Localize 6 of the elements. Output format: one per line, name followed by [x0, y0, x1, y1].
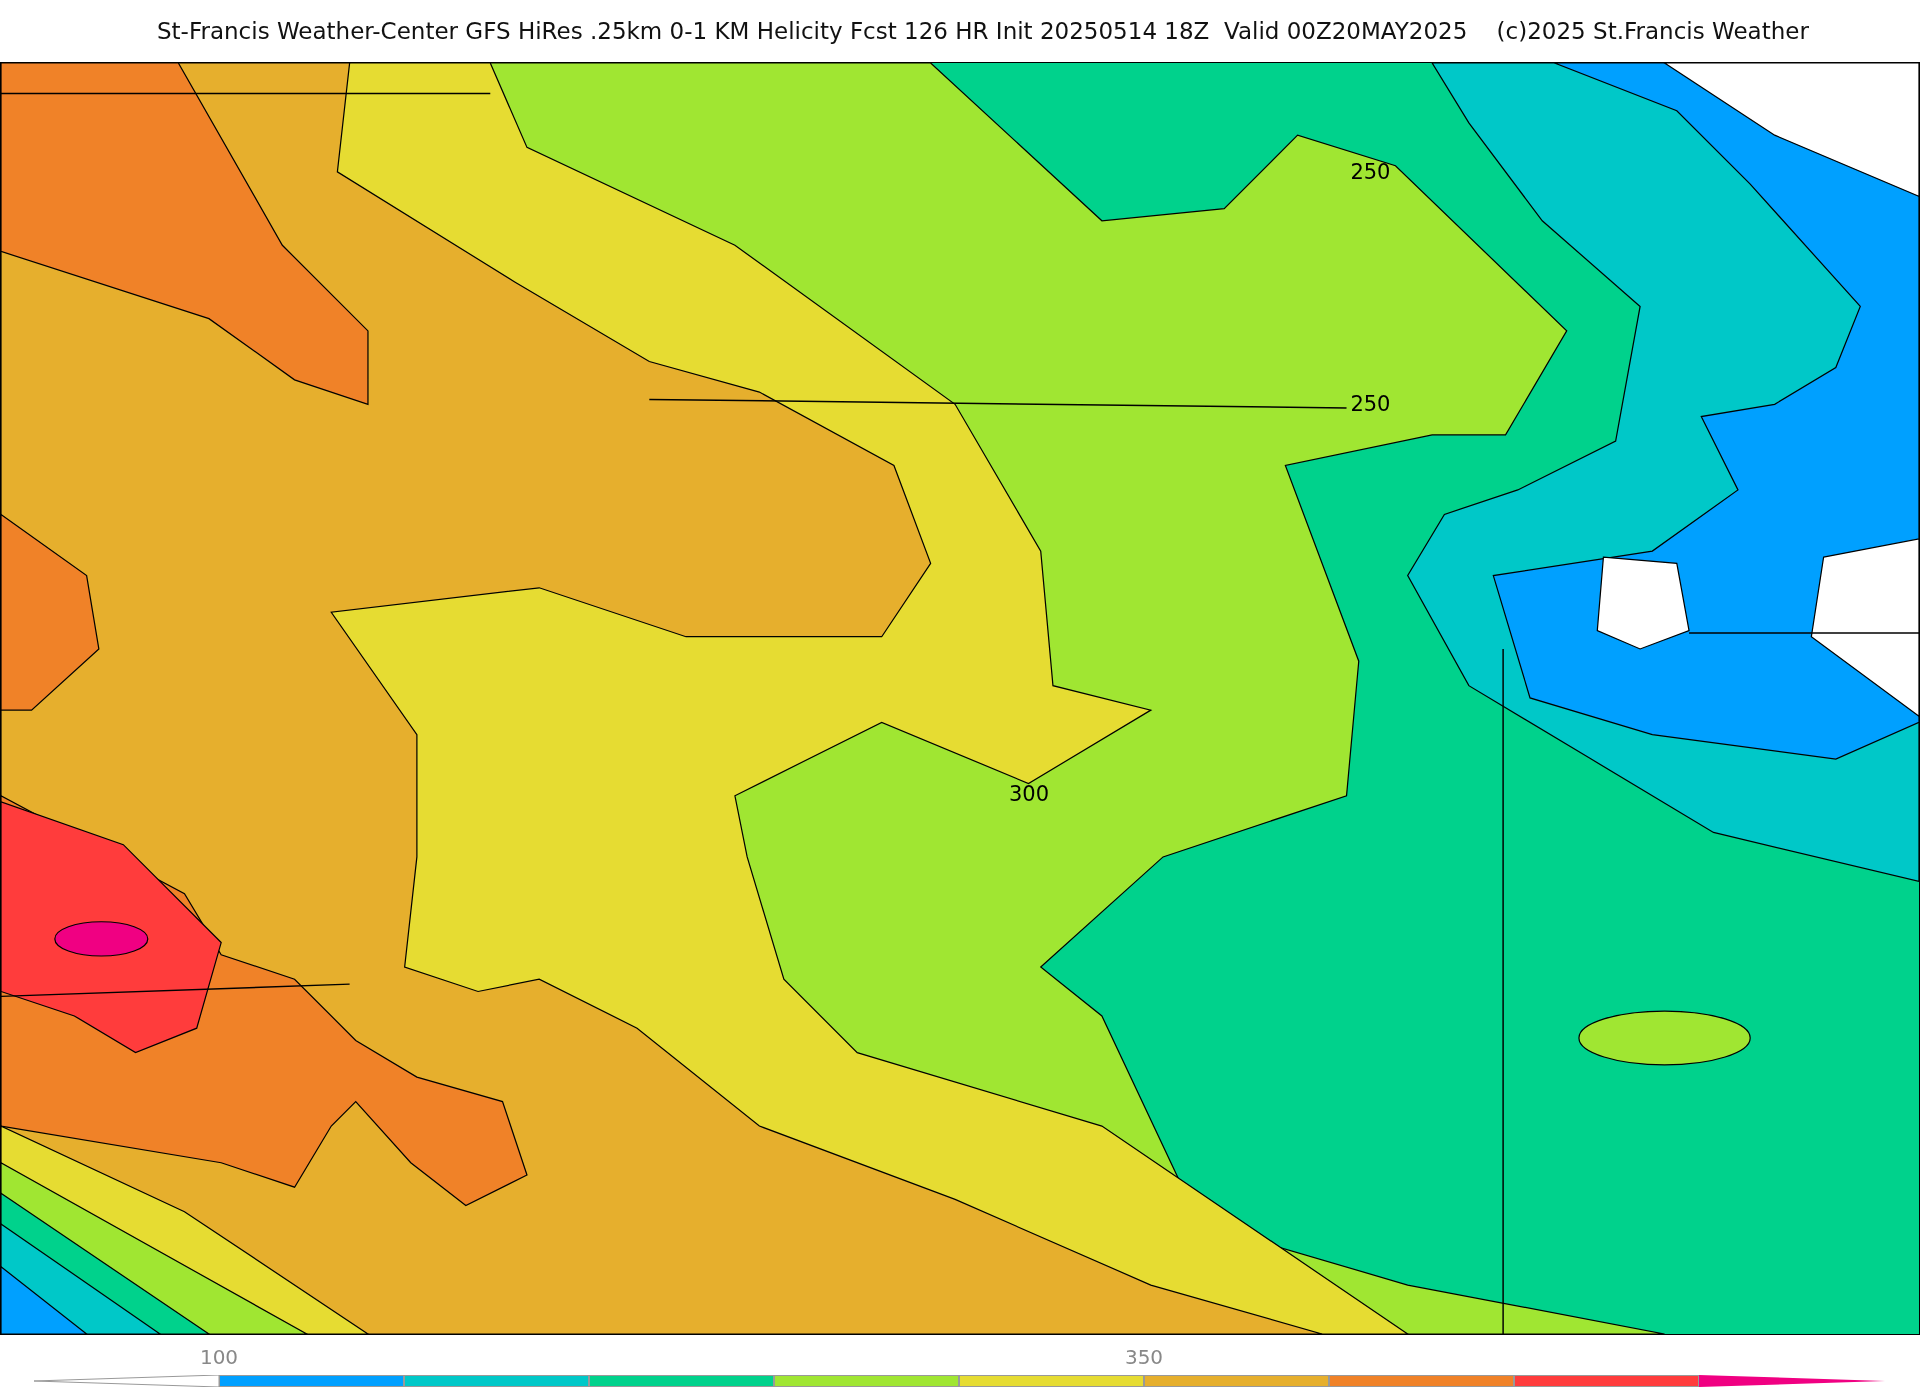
contour-label: 250 — [1350, 391, 1391, 416]
colorbar-tick-label: 350 — [1124, 1345, 1164, 1369]
contour-label: 300 — [1009, 781, 1050, 806]
contour-label: 250 — [1350, 160, 1391, 185]
colorbar-tick-label: 100 — [199, 1345, 239, 1369]
chart-title: St-Francis Weather-Center GFS HiRes .25km 0-1 KM Helicity Fcst 126 HR Init 20250514 18Z Valid 00Z20MAY2025 (c)2025 St.Francis Weather — [157, 18, 1809, 44]
